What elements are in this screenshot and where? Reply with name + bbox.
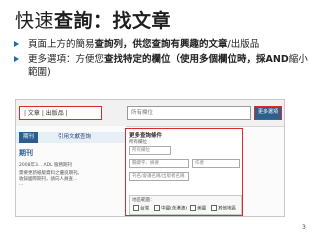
side-text-line: 收錄國際期刊，請向人員查...: [19, 177, 78, 182]
embedded-screenshot: | 文章 | 出版品 | 所有欄位 更多選項 期刊 引用文獻查詢 期刊 2008…: [15, 99, 285, 217]
panel-title: 更多查詢條件: [129, 133, 163, 139]
triangle-bullet-icon: [14, 41, 19, 47]
slide-title-part2: 查詢：找文章: [54, 10, 172, 32]
section-heading: 期刊: [19, 149, 33, 157]
bullet-text-pre: 頁面上方的簡易: [28, 39, 95, 50]
region-checkbox-taiwan[interactable]: 台灣: [133, 205, 149, 212]
nav-item-citation[interactable]: 引用文獻查詢: [58, 132, 91, 143]
search-toolbar: | 文章 | 出版品 | 所有欄位 更多選項: [16, 100, 284, 127]
region-label: 地區範圍：: [132, 198, 155, 203]
bullet-text-bold: 查詢列，供您查詢有興趣的文章: [94, 39, 228, 50]
bullet-text-pre: 更多選項：方便您: [28, 54, 105, 65]
region-checkbox-other[interactable]: 其他地區: [211, 205, 236, 212]
side-text-line: ...: [19, 182, 24, 187]
author-field[interactable]: 作者: [192, 159, 240, 168]
slide-title-part1: 快速: [15, 10, 55, 32]
panel-subtitle: 所有欄位: [129, 140, 147, 145]
nav-bar: 期刊 引用文獻查詢: [16, 132, 126, 143]
bullet-list: 頁面上方的簡易查詢列，供您查詢有興趣的文章/出版品 更多選項：方便您查找特定的欄…: [14, 38, 310, 81]
left-navigation: 期刊 引用文獻查詢 期刊 2008年3... ADL 服務期刊 需要更新紙版資料…: [16, 126, 126, 216]
bullet-item: 更多選項：方便您查找特定的欄位（使用多個欄位時，採AND縮小範圍): [14, 53, 310, 79]
nav-item-journals[interactable]: 期刊: [19, 132, 39, 143]
region-filter: 地區範圍： 台灣 中國(含港澳) 美國 其他地區: [129, 195, 242, 215]
search-scope-tabs[interactable]: | 文章 | 出版品 |: [19, 106, 102, 120]
triangle-bullet-icon: [14, 56, 19, 62]
bullet-item: 頁面上方的簡易查詢列，供您查詢有興趣的文章/出版品: [14, 38, 310, 51]
bullet-text-bold: 查找特定的欄位（使用多個欄位時，採AND: [104, 54, 289, 65]
region-checkbox-china[interactable]: 中國(含港澳): [154, 205, 187, 212]
keyword-field[interactable]: 關鍵字、摘要: [129, 159, 189, 168]
side-text-line: 2008年3... ADL 服務期刊: [19, 163, 73, 168]
search-input[interactable]: 所有欄位: [127, 106, 251, 120]
bullet-text-post: /出版品: [227, 39, 260, 50]
more-options-button[interactable]: 更多選項: [254, 106, 282, 120]
all-fields-input[interactable]: 所有欄位: [129, 146, 171, 155]
region-checkbox-usa[interactable]: 美國: [190, 205, 206, 212]
page-number: 3: [302, 224, 306, 231]
slide-title: 快速查詢：找文章: [15, 6, 171, 33]
publication-field[interactable]: 刊名/會議名稱/出版者名稱: [129, 172, 189, 181]
more-options-panel: 更多查詢條件 所有欄位 所有欄位 關鍵字、摘要 作者 刊名/會議名稱/出版者名稱…: [125, 128, 243, 216]
